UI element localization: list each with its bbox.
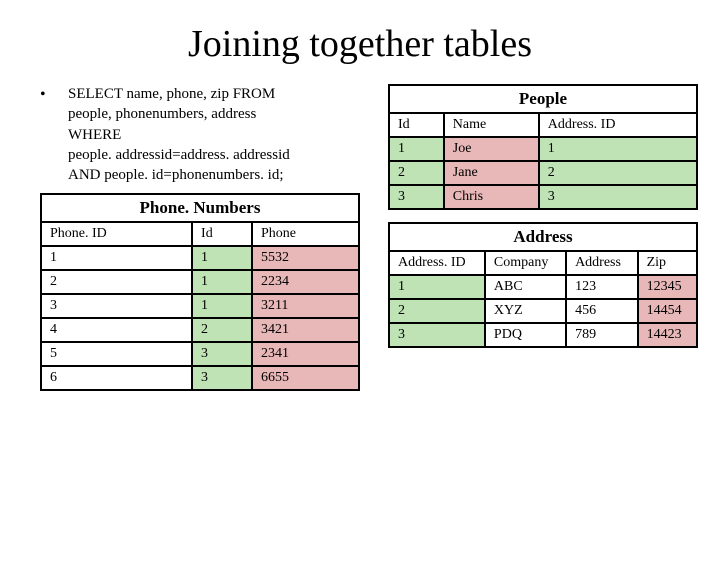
cell: 3 [389,185,444,209]
table-row: 1 Joe 1 [389,137,697,161]
cell: 1 [539,137,697,161]
cell: 6 [41,366,192,390]
col-header: Phone [252,222,359,246]
cell: 12345 [638,275,697,299]
page-title: Joining together tables [0,22,720,66]
sql-line: WHERE [68,125,290,145]
left-column: • SELECT name, phone, zip FROM people, p… [40,84,370,403]
cell: 4 [41,318,192,342]
cell: 1 [192,294,252,318]
table-row: 2 XYZ 456 14454 [389,299,697,323]
table-caption: People [389,85,697,113]
cell: 456 [566,299,638,323]
col-header: Name [444,113,539,137]
table-caption: Phone. Numbers [41,194,359,222]
cell: 2341 [252,342,359,366]
sql-line: SELECT name, phone, zip FROM [68,84,290,104]
people-table: People Id Name Address. ID 1 Joe 1 2 Jan… [388,84,698,210]
col-header: Address. ID [539,113,697,137]
cell: 1 [389,137,444,161]
col-header: Id [192,222,252,246]
table-row: 2 Jane 2 [389,161,697,185]
col-header: Address [566,251,638,275]
table-row: Id Name Address. ID [389,113,697,137]
cell: XYZ [485,299,566,323]
table-row: 6 3 6655 [41,366,359,390]
cell: 3211 [252,294,359,318]
address-table: Address Address. ID Company Address Zip … [388,222,698,348]
table-row: 4 2 3421 [41,318,359,342]
sql-line: people. addressid=address. addressid [68,145,290,165]
cell: Chris [444,185,539,209]
col-header: Zip [638,251,697,275]
content-area: • SELECT name, phone, zip FROM people, p… [0,84,720,403]
cell: PDQ [485,323,566,347]
table-row: 1 ABC 123 12345 [389,275,697,299]
table-row: Address. ID Company Address Zip [389,251,697,275]
table-row: 3 PDQ 789 14423 [389,323,697,347]
cell: 3 [192,342,252,366]
cell: 3 [389,323,485,347]
table-row: Phone. ID Id Phone [41,222,359,246]
sql-text: SELECT name, phone, zip FROM people, pho… [68,84,290,185]
right-column: People Id Name Address. ID 1 Joe 1 2 Jan… [388,84,698,403]
col-header: Company [485,251,566,275]
cell: 14423 [638,323,697,347]
sql-line: people, phonenumbers, address [68,104,290,124]
sql-bullet-block: • SELECT name, phone, zip FROM people, p… [40,84,370,185]
cell: 1 [41,246,192,270]
cell: 6655 [252,366,359,390]
cell: Joe [444,137,539,161]
table-row: 3 Chris 3 [389,185,697,209]
cell: 2234 [252,270,359,294]
cell: 2 [389,299,485,323]
table-row: 2 1 2234 [41,270,359,294]
phonenumbers-table: Phone. Numbers Phone. ID Id Phone 1 1 55… [40,193,360,391]
col-header: Id [389,113,444,137]
cell: 3 [41,294,192,318]
table-row: 5 3 2341 [41,342,359,366]
cell: Jane [444,161,539,185]
cell: 2 [41,270,192,294]
cell: ABC [485,275,566,299]
table-row: 3 1 3211 [41,294,359,318]
bullet-icon: • [40,84,68,185]
cell: 14454 [638,299,697,323]
cell: 5 [41,342,192,366]
cell: 1 [192,246,252,270]
table-caption: Address [389,223,697,251]
sql-line: AND people. id=phonenumbers. id; [68,165,290,185]
cell: 5532 [252,246,359,270]
cell: 3 [192,366,252,390]
cell: 3 [539,185,697,209]
cell: 2 [192,318,252,342]
cell: 2 [539,161,697,185]
cell: 123 [566,275,638,299]
cell: 2 [389,161,444,185]
cell: 789 [566,323,638,347]
cell: 3421 [252,318,359,342]
cell: 1 [192,270,252,294]
col-header: Address. ID [389,251,485,275]
col-header: Phone. ID [41,222,192,246]
table-row: 1 1 5532 [41,246,359,270]
cell: 1 [389,275,485,299]
